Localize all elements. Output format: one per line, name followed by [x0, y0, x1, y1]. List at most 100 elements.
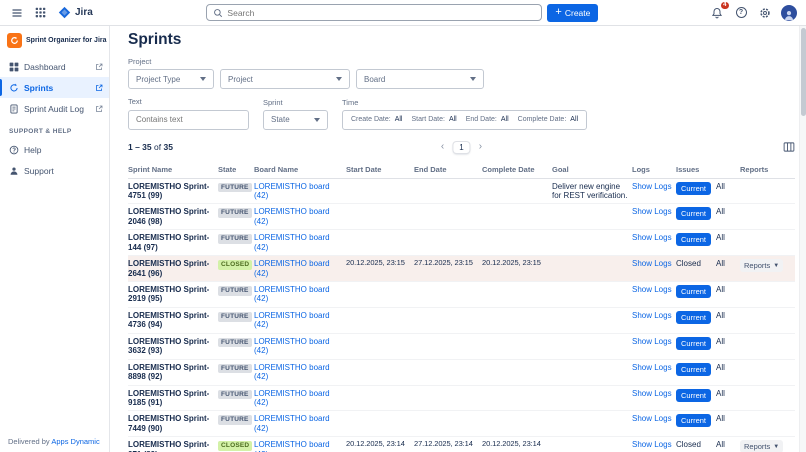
sidebar-item-support[interactable]: Support [0, 160, 109, 181]
start-date-filter-button[interactable]: Start Date:All [411, 116, 456, 123]
complete-date [482, 411, 552, 417]
goal-text [552, 334, 632, 340]
current-issues-button[interactable]: Current [676, 311, 711, 324]
all-issues-link[interactable]: All [716, 414, 725, 423]
show-logs-link[interactable]: Show Logs [632, 207, 672, 216]
current-issues-button[interactable]: Current [676, 285, 711, 298]
all-issues-link[interactable]: All [716, 233, 725, 242]
end-date: 27.12.2025, 23:14 [414, 437, 482, 452]
vertical-scrollbar[interactable] [799, 26, 806, 452]
board-link[interactable]: LOREMISTHO board (42) [254, 207, 330, 225]
app-header: Sprint Organizer for Jira [0, 31, 109, 56]
global-search[interactable] [206, 4, 542, 21]
show-logs-link[interactable]: Show Logs [632, 285, 672, 294]
notifications-button[interactable]: 4 [708, 4, 726, 22]
profile-button[interactable] [780, 4, 798, 22]
board-link[interactable]: LOREMISTHO board (42) [254, 414, 330, 432]
table-row: LOREMISTHO Sprint-2046 (98) FUTURE LOREM… [128, 204, 795, 230]
state-select[interactable]: State [263, 110, 328, 130]
board-link[interactable]: LOREMISTHO board (42) [254, 285, 330, 303]
column-header: Board Name [254, 162, 346, 178]
current-page-indicator[interactable]: 1 [453, 142, 469, 153]
board-link[interactable]: LOREMISTHO board (42) [254, 182, 330, 200]
column-header: Reports [740, 162, 792, 178]
state-badge: FUTURE [218, 286, 252, 296]
show-logs-link[interactable]: Show Logs [632, 389, 672, 398]
current-issues-button[interactable]: Current [676, 389, 711, 402]
sprint-cycle-icon [9, 83, 19, 93]
sidebar-item-sprints[interactable]: Sprints [0, 77, 109, 98]
help-button[interactable]: ? [732, 4, 750, 22]
all-issues-link[interactable]: All [716, 207, 725, 216]
show-logs-link[interactable]: Show Logs [632, 337, 672, 346]
app-switcher-button[interactable] [31, 4, 49, 22]
show-logs-link[interactable]: Show Logs [632, 363, 672, 372]
settings-button[interactable] [756, 4, 774, 22]
project-type-select[interactable]: Project Type [128, 69, 214, 89]
sidebar-item-sprint-audit-log[interactable]: Sprint Audit Log [0, 98, 109, 119]
all-issues-link[interactable]: All [716, 363, 725, 372]
sprint-name: LOREMISTHO Sprint-3632 (93) [128, 334, 218, 359]
show-logs-link[interactable]: Show Logs [632, 414, 672, 423]
current-issues-button[interactable]: Current [676, 182, 711, 195]
current-issues-button[interactable]: Current [676, 337, 711, 350]
create-date-filter-button[interactable]: Create Date:All [351, 116, 402, 123]
board-link[interactable]: LOREMISTHO board (42) [254, 259, 330, 277]
show-logs-link[interactable]: Show Logs [632, 440, 672, 449]
contains-text-input[interactable] [128, 110, 249, 130]
current-issues-button[interactable]: Current [676, 233, 711, 246]
sprint-name: LOREMISTHO Sprint-7449 (90) [128, 411, 218, 436]
apps-dynamic-link[interactable]: Apps Dynamic [51, 437, 99, 446]
chevron-down-icon: ▼ [773, 263, 779, 269]
support-person-icon [9, 166, 19, 176]
board-link[interactable]: LOREMISTHO board (42) [254, 440, 330, 452]
current-issues-button[interactable]: Current [676, 363, 711, 376]
reports-button[interactable]: Reports▼ [740, 259, 783, 272]
all-issues-link[interactable]: All [716, 259, 725, 268]
current-issues-button[interactable]: Current [676, 207, 711, 220]
reports-label: Reports [744, 261, 770, 270]
table-row: LOREMISTHO Sprint-8898 (92) FUTURE LOREM… [128, 360, 795, 386]
show-logs-link[interactable]: Show Logs [632, 233, 672, 242]
scrollbar-thumb[interactable] [801, 28, 806, 116]
reports-label: Reports [744, 442, 770, 451]
all-issues-link[interactable]: All [716, 182, 725, 191]
all-issues-link[interactable]: All [716, 440, 725, 449]
project-select[interactable]: Project [220, 69, 350, 89]
end-date [414, 360, 482, 366]
next-page-button[interactable]: › [479, 142, 482, 152]
sidebar-item-label: Sprint Audit Log [24, 104, 84, 114]
board-link[interactable]: LOREMISTHO board (42) [254, 363, 330, 381]
all-issues-link[interactable]: All [716, 285, 725, 294]
end-date [414, 334, 482, 340]
start-date [346, 360, 414, 366]
board-link[interactable]: LOREMISTHO board (42) [254, 233, 330, 251]
reports-button[interactable]: Reports▼ [740, 440, 783, 452]
all-issues-link[interactable]: All [716, 337, 725, 346]
board-link[interactable]: LOREMISTHO board (42) [254, 389, 330, 407]
board-link[interactable]: LOREMISTHO board (42) [254, 311, 330, 329]
show-logs-link[interactable]: Show Logs [632, 259, 672, 268]
board-link[interactable]: LOREMISTHO board (42) [254, 337, 330, 355]
all-issues-link[interactable]: All [716, 389, 725, 398]
board-select[interactable]: Board [356, 69, 484, 89]
table-row: LOREMISTHO Sprint-3632 (93) FUTURE LOREM… [128, 334, 795, 360]
complete-date [482, 179, 552, 185]
search-input[interactable] [227, 8, 535, 18]
sidebar-item-dashboard[interactable]: Dashboard [0, 56, 109, 77]
complete-date-filter-button[interactable]: Complete Date:All [518, 116, 578, 123]
jira-home-link[interactable]: Jira [58, 6, 93, 19]
previous-page-button[interactable]: ‹ [441, 142, 444, 152]
goal-text [552, 360, 632, 366]
current-issues-button[interactable]: Current [676, 414, 711, 427]
sidebar-item-help[interactable]: Help [0, 139, 109, 160]
all-issues-link[interactable]: All [716, 311, 725, 320]
end-date-filter-button[interactable]: End Date:All [466, 116, 509, 123]
complete-date [482, 230, 552, 236]
complete-date: 20.12.2025, 23:15 [482, 256, 552, 271]
column-settings-button[interactable] [783, 141, 795, 153]
show-logs-link[interactable]: Show Logs [632, 311, 672, 320]
create-button[interactable]: + Create [547, 4, 598, 22]
sidebar-toggle-button[interactable] [8, 4, 26, 22]
show-logs-link[interactable]: Show Logs [632, 182, 672, 191]
